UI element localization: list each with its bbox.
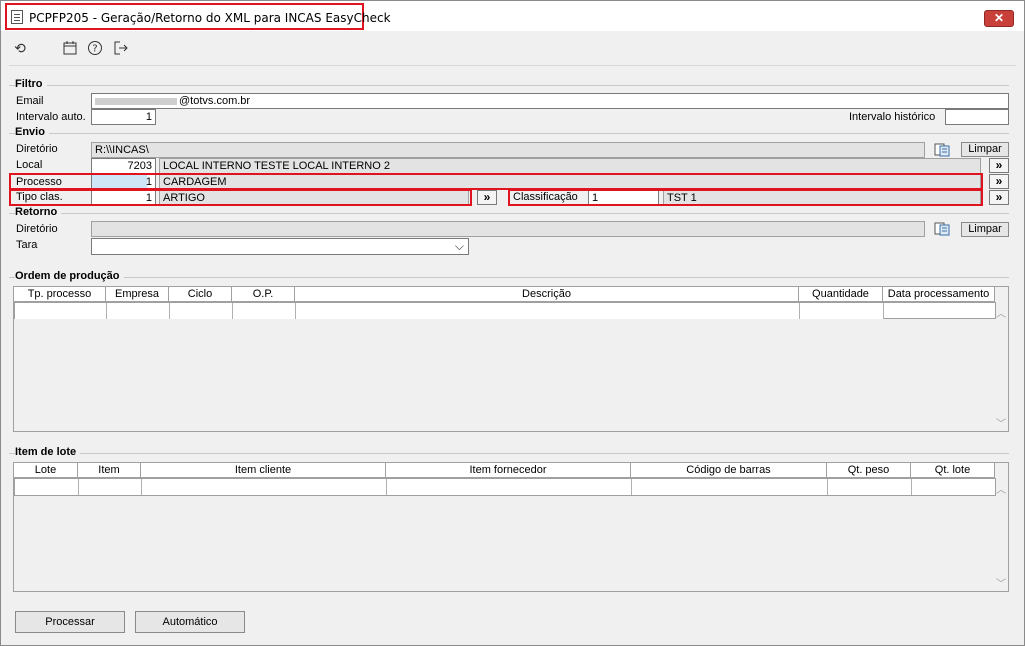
scroll-down-icon[interactable]: ﹀ xyxy=(996,575,1006,590)
item-lote-col-header[interactable]: Item cliente xyxy=(141,463,386,478)
ordem-col-header[interactable]: Descrição xyxy=(295,287,799,302)
tara-select[interactable]: ⌵ xyxy=(91,238,469,255)
email-field[interactable]: @totvs.com.br xyxy=(91,93,1009,109)
table-cell[interactable] xyxy=(15,303,107,319)
table-cell[interactable] xyxy=(107,303,170,319)
table-cell[interactable] xyxy=(800,303,884,319)
table-row[interactable] xyxy=(14,478,996,496)
item-lote-col-header[interactable]: Item fornecedor xyxy=(386,463,631,478)
retorno-limpar-button[interactable]: Limpar xyxy=(961,222,1009,237)
processar-label: Processar xyxy=(45,616,95,628)
item-lote-title: Item de lote xyxy=(15,446,81,458)
table-cell[interactable] xyxy=(15,479,79,495)
table-cell[interactable] xyxy=(296,303,800,319)
ordem-col-header[interactable]: Empresa xyxy=(106,287,169,302)
ordem-col-header[interactable]: O.P. xyxy=(232,287,295,302)
folder-browse-icon[interactable] xyxy=(932,221,952,237)
table-row[interactable] xyxy=(14,302,996,319)
ordem-col-header[interactable]: Ciclo xyxy=(169,287,232,302)
intervalo-historico-field[interactable] xyxy=(945,109,1009,125)
automatico-button[interactable]: Automático xyxy=(135,611,245,633)
local-label: Local xyxy=(16,159,43,171)
filtro-divider xyxy=(9,85,1009,86)
retorno-diretorio-label: Diretório xyxy=(16,223,58,235)
local-code-field[interactable]: 7203 xyxy=(91,158,156,174)
item-lote-col-header[interactable]: Lote xyxy=(14,463,78,478)
intervalo-auto-field[interactable]: 1 xyxy=(91,109,156,125)
processo-highlight xyxy=(9,173,983,190)
retorno-title: Retorno xyxy=(15,206,62,218)
item-lote-col-header[interactable]: Código de barras xyxy=(631,463,827,478)
close-button[interactable]: ✕ xyxy=(984,10,1014,27)
tara-label: Tara xyxy=(16,239,38,251)
table-cell[interactable] xyxy=(79,479,142,495)
automatico-label: Automático xyxy=(162,616,218,628)
redacted-text xyxy=(95,97,177,105)
item-lote-grid[interactable]: Lote Item Item cliente Item fornecedor C… xyxy=(13,462,1009,592)
filtro-title: Filtro xyxy=(15,78,47,90)
ordem-col-header[interactable]: Data processamento xyxy=(883,287,995,302)
toolbar-divider xyxy=(9,65,1016,66)
email-value: @totvs.com.br xyxy=(179,95,251,107)
main-window: PCPFP205 - Geração/Retorno do XML para I… xyxy=(0,0,1025,646)
ordem-grid[interactable]: Tp. processo Empresa Ciclo O.P. Descriçã… xyxy=(13,286,1009,432)
email-label: Email xyxy=(16,95,44,107)
processo-search-button[interactable]: » xyxy=(989,174,1009,189)
table-cell[interactable] xyxy=(632,479,828,495)
intervalo-auto-label: Intervalo auto. xyxy=(16,111,86,123)
title-bar: PCPFP205 - Geração/Retorno do XML para I… xyxy=(1,1,1024,31)
item-lote-col-header[interactable]: Qt. peso xyxy=(827,463,911,478)
folder-browse-icon[interactable] xyxy=(932,142,952,158)
chevron-down-icon: ⌵ xyxy=(454,239,464,253)
intervalo-historico-label: Intervalo histórico xyxy=(849,111,936,123)
retorno-divider xyxy=(9,213,1009,214)
table-cell[interactable] xyxy=(142,479,387,495)
table-cell[interactable] xyxy=(828,479,912,495)
table-cell[interactable] xyxy=(170,303,233,319)
classificacao-highlight xyxy=(508,189,983,206)
classificacao-search-button[interactable]: » xyxy=(989,190,1009,205)
item-lote-col-header[interactable]: Qt. lote xyxy=(911,463,995,478)
ordem-title: Ordem de produção xyxy=(15,270,124,282)
local-search-button[interactable]: » xyxy=(989,158,1009,173)
scroll-up-icon[interactable]: ︿ xyxy=(996,481,1006,496)
envio-diretorio-label: Diretório xyxy=(16,143,58,155)
ordem-divider xyxy=(9,277,1009,278)
tipo-clas-search-button[interactable]: » xyxy=(477,190,497,205)
processar-button[interactable]: Processar xyxy=(15,611,125,633)
tipo-clas-highlight xyxy=(9,189,472,206)
envio-divider xyxy=(9,133,1009,134)
document-icon xyxy=(11,10,23,24)
envio-diretorio-value: R:\\INCAS\ xyxy=(95,144,149,156)
envio-title: Envio xyxy=(15,126,49,138)
scroll-up-icon[interactable]: ︿ xyxy=(996,305,1006,320)
exit-icon[interactable] xyxy=(111,38,131,58)
window-title: PCPFP205 - Geração/Retorno do XML para I… xyxy=(29,11,391,25)
envio-diretorio-field[interactable]: R:\\INCAS\ xyxy=(91,142,925,158)
help-icon[interactable]: ? xyxy=(85,38,105,58)
refresh-icon[interactable]: ⟲ xyxy=(10,38,30,58)
item-lote-col-header[interactable]: Item xyxy=(78,463,141,478)
ordem-col-header[interactable]: Tp. processo xyxy=(14,287,106,302)
ordem-col-header[interactable]: Quantidade xyxy=(799,287,883,302)
retorno-diretorio-field[interactable] xyxy=(91,221,925,237)
item-lote-divider xyxy=(9,453,1009,454)
calendar-icon[interactable] xyxy=(60,38,80,58)
svg-text:?: ? xyxy=(92,44,97,55)
scroll-down-icon[interactable]: ﹀ xyxy=(996,415,1006,430)
local-desc-field: LOCAL INTERNO TESTE LOCAL INTERNO 2 xyxy=(159,158,981,174)
envio-limpar-button[interactable]: Limpar xyxy=(961,142,1009,157)
table-cell[interactable] xyxy=(233,303,296,319)
table-cell[interactable] xyxy=(387,479,632,495)
